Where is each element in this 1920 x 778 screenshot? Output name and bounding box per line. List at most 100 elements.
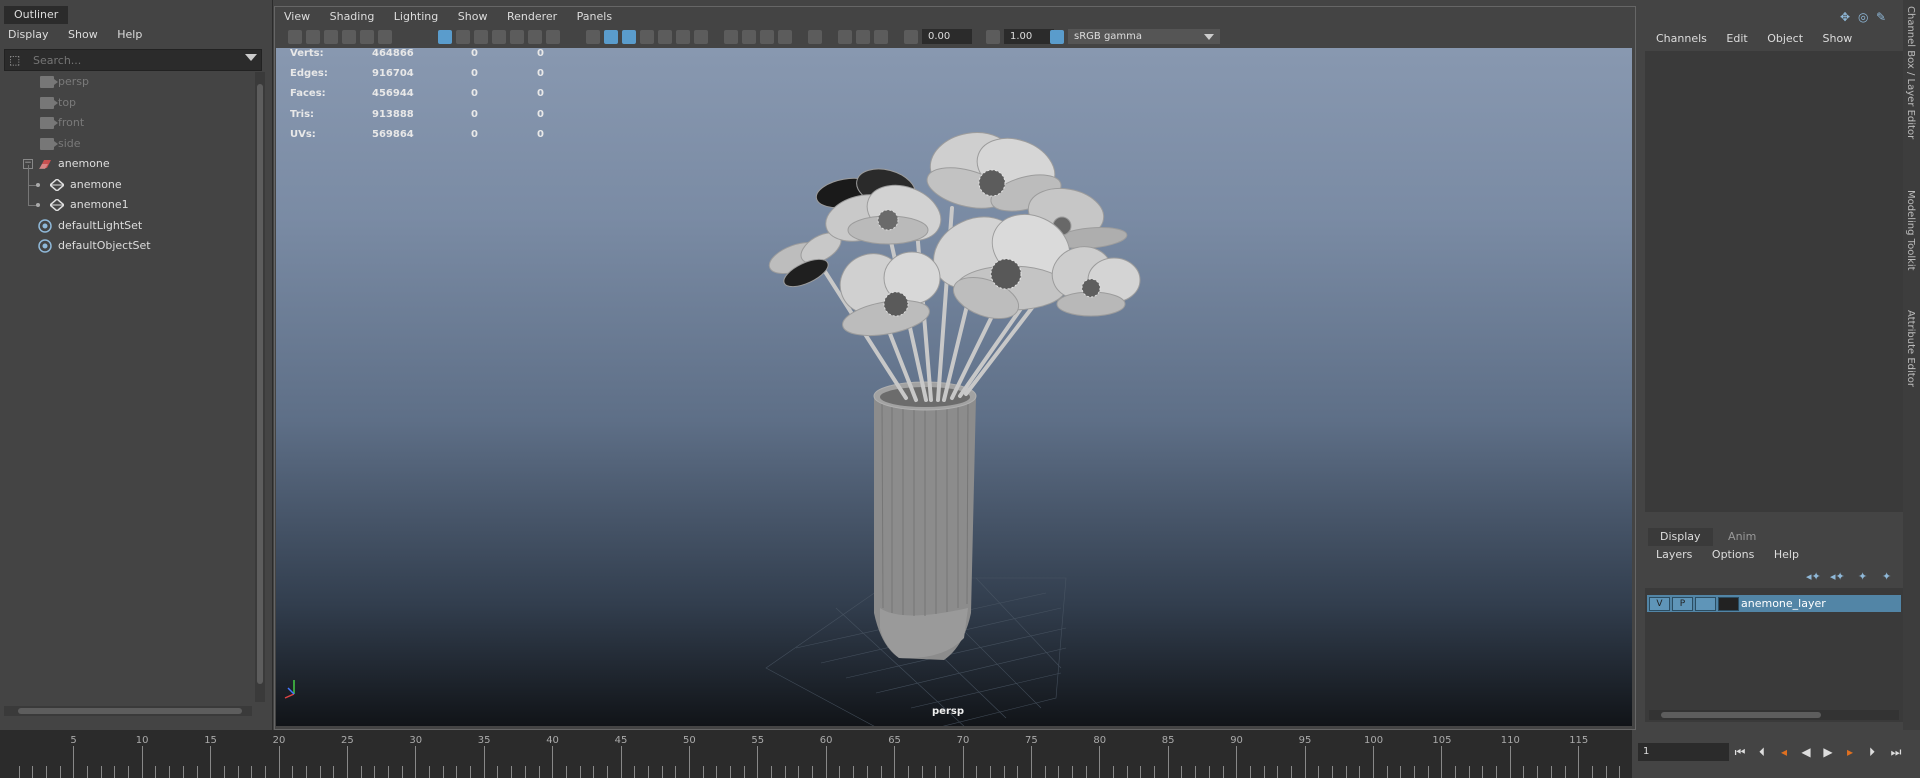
outliner-item-side[interactable]: side [0,134,252,155]
exposure-icon[interactable] [904,30,918,44]
wireframe-on-shaded-icon[interactable] [640,30,654,44]
layer-menu-help[interactable]: Help [1766,546,1807,564]
outliner-menu-help[interactable]: Help [109,26,150,44]
layer-display-type-toggle[interactable] [1695,597,1716,611]
move-layer-down-icon[interactable]: ◂✦ [1830,570,1845,583]
gamma-field[interactable]: 1.00 [1004,29,1054,44]
outliner-item-anemone1-mesh[interactable]: anemone1 [0,185,252,216]
timeline-tick-label: 115 [1569,735,1589,746]
move-tool-icon[interactable]: ✥ [1840,10,1854,24]
camera-attributes-icon[interactable] [306,30,320,44]
shadows-icon[interactable] [694,30,708,44]
channel-menu-edit[interactable]: Edit [1718,30,1755,48]
safe-action-icon[interactable] [528,30,542,44]
ambient-occlusion-icon[interactable] [724,30,738,44]
scrollbar-thumb[interactable] [257,84,263,684]
layer-row[interactable]: V P anemone_layer [1647,595,1901,612]
go-to-end-icon[interactable]: ⏭ [1888,745,1904,759]
default-material-icon[interactable] [622,30,636,44]
lights-icon[interactable] [676,30,690,44]
side-tab-modeling-toolkit[interactable]: Modeling Toolkit [1905,190,1916,271]
step-back-key-icon[interactable]: ⏴ [1754,745,1770,759]
outliner-item-top[interactable]: top [0,93,252,114]
exposure-field[interactable]: 0.00 [922,29,972,44]
step-back-frame-icon[interactable]: ◂ [1776,745,1792,759]
gamma-icon[interactable] [986,30,1000,44]
side-tab-channel-box[interactable]: Channel Box / Layer Editor [1905,6,1916,139]
tab-display[interactable]: Display [1648,528,1713,546]
attribute-icon[interactable]: ◎ [1858,10,1872,24]
new-empty-layer-icon[interactable]: ✦ [1858,570,1867,583]
step-forward-key-icon[interactable]: ⏵ [1864,745,1880,759]
outliner-menu-show[interactable]: Show [60,26,106,44]
play-forwards-icon[interactable]: ▶ [1820,745,1836,759]
new-layer-selected-icon[interactable]: ✦ [1882,570,1891,583]
move-layer-up-icon[interactable]: ◂✦ [1806,570,1821,583]
outliner-item-persp[interactable]: persp [0,72,252,93]
viewport-menu-lighting[interactable]: Lighting [386,8,446,26]
grease-pencil-icon[interactable] [378,30,392,44]
wireframe-icon[interactable] [586,30,600,44]
channel-menu-channels[interactable]: Channels [1648,30,1715,48]
viewport-menu-renderer[interactable]: Renderer [499,8,565,26]
layer-menu-layers[interactable]: Layers [1648,546,1700,564]
film-gate-icon[interactable] [456,30,470,44]
outliner-search-input[interactable] [31,52,235,69]
layer-playback-toggle[interactable]: P [1672,597,1693,611]
side-tab-attribute-editor[interactable]: Attribute Editor [1905,310,1916,387]
layer-visibility-toggle[interactable]: V [1649,597,1670,611]
smooth-shade-icon[interactable] [604,30,618,44]
anti-aliasing-icon[interactable] [760,30,774,44]
motion-blur-icon[interactable] [742,30,756,44]
outliner-item-front[interactable]: front [0,113,252,134]
viewport-menu-show[interactable]: Show [450,8,496,26]
outliner-menu-display[interactable]: Display [0,26,57,44]
outliner-item-defaultlightset[interactable]: defaultLightSet [0,216,252,237]
safe-title-icon[interactable] [546,30,560,44]
tab-anim[interactable]: Anim [1716,528,1768,546]
outliner-item-defaultobjectset[interactable]: defaultObjectSet [0,236,252,257]
xray-active-icon[interactable] [856,30,870,44]
field-chart-icon[interactable] [510,30,524,44]
isolate-select-icon[interactable] [808,30,822,44]
play-backwards-icon[interactable]: ◀ [1798,745,1814,759]
scrollbar-thumb[interactable] [18,708,242,714]
go-to-start-icon[interactable]: ⏮ [1732,745,1748,759]
color-management-icon[interactable] [1050,30,1064,44]
step-forward-frame-icon[interactable]: ▸ [1842,745,1858,759]
xray-icon[interactable] [838,30,852,44]
search-dropdown-icon[interactable] [245,54,257,61]
current-frame-field[interactable]: 1 [1638,743,1729,761]
outliner-horizontal-scrollbar[interactable] [4,706,252,716]
outliner-tab[interactable]: Outliner [4,6,69,24]
outliner-item-anemone-mesh[interactable]: anemone [0,164,252,196]
time-slider[interactable]: 5 10 15 20 25 30 35 40 45 50 55 60 65 70 75 80 85 90 95 100… [0,730,1657,778]
view-transform-select[interactable]: sRGB gamma [1068,29,1220,44]
xray-joints-icon[interactable] [874,30,888,44]
depth-of-field-icon[interactable] [778,30,792,44]
grid-icon[interactable] [438,30,452,44]
tool-settings-icon[interactable]: ✎ [1876,10,1890,24]
select-camera-icon[interactable] [288,30,302,44]
viewport-menu-shading[interactable]: Shading [322,8,383,26]
channel-menu-object[interactable]: Object [1759,30,1811,48]
bookmark-icon[interactable] [324,30,338,44]
channel-box-area[interactable] [1645,51,1903,512]
layer-menu-options[interactable]: Options [1704,546,1762,564]
gate-mask-icon[interactable] [492,30,506,44]
layer-horizontal-scrollbar[interactable] [1649,710,1899,720]
filter-icon[interactable]: ⬚ [9,53,23,67]
channel-menu-show[interactable]: Show [1815,30,1861,48]
viewport-menu-panels[interactable]: Panels [569,8,620,26]
outliner-vertical-scrollbar[interactable] [255,72,265,702]
outliner-item-anemone-group[interactable]: − anemone [0,154,252,175]
scrollbar-thumb[interactable] [1661,712,1821,718]
3d-viewport[interactable]: Verts: 464866 0 0 Edges: 916704 0 0 Face… [276,48,1632,726]
textured-icon[interactable] [658,30,672,44]
playback-controls: 1 ⏮ ⏴ ◂ ◀ ▶ ▸ ⏵ ⏭ [1632,730,1920,778]
resolution-gate-icon[interactable] [474,30,488,44]
layer-color-swatch[interactable] [1718,597,1739,611]
viewport-menu-view[interactable]: View [276,8,318,26]
2d-pan-zoom-icon[interactable] [360,30,374,44]
image-plane-icon[interactable] [342,30,356,44]
